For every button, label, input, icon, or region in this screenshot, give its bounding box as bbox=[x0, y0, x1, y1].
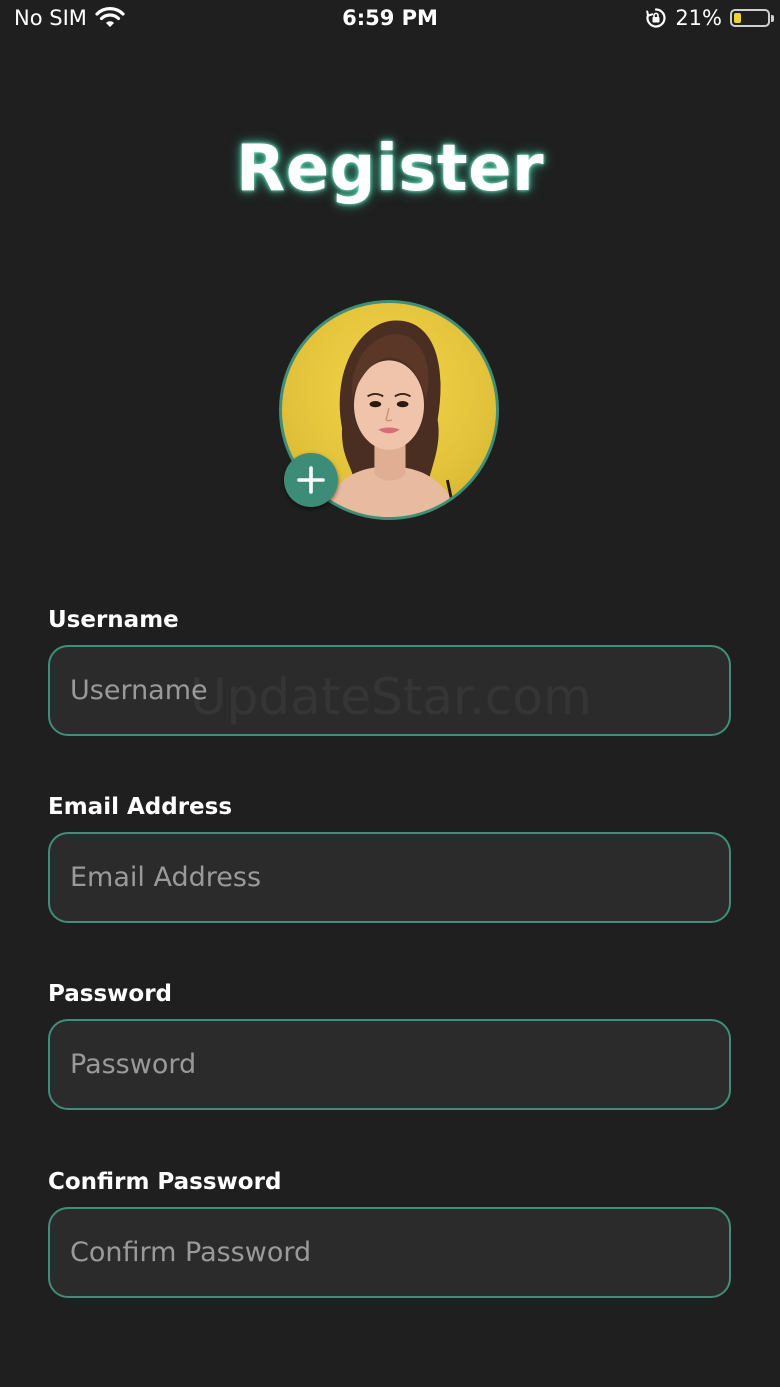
status-bar: No SIM 6:59 PM 21% bbox=[0, 0, 780, 40]
add-photo-button[interactable] bbox=[284, 453, 338, 507]
battery-level-fill bbox=[734, 13, 741, 23]
username-input[interactable] bbox=[48, 645, 731, 736]
email-label: Email Address bbox=[48, 794, 233, 820]
password-input[interactable] bbox=[48, 1019, 731, 1110]
confirm-password-label: Confirm Password bbox=[48, 1169, 282, 1195]
battery-icon bbox=[730, 9, 774, 27]
plus-icon bbox=[297, 466, 325, 494]
page-title: Register bbox=[235, 132, 545, 206]
battery-percent: 21% bbox=[675, 6, 722, 30]
status-right-group: 21% bbox=[645, 6, 774, 30]
orientation-lock-icon bbox=[645, 7, 667, 29]
confirm-password-input[interactable] bbox=[48, 1207, 731, 1298]
register-screen: No SIM 6:59 PM 21% Register Username Use… bbox=[0, 0, 780, 1387]
username-label: Username bbox=[48, 607, 179, 633]
email-input[interactable] bbox=[48, 832, 731, 923]
password-label: Password bbox=[48, 981, 172, 1007]
